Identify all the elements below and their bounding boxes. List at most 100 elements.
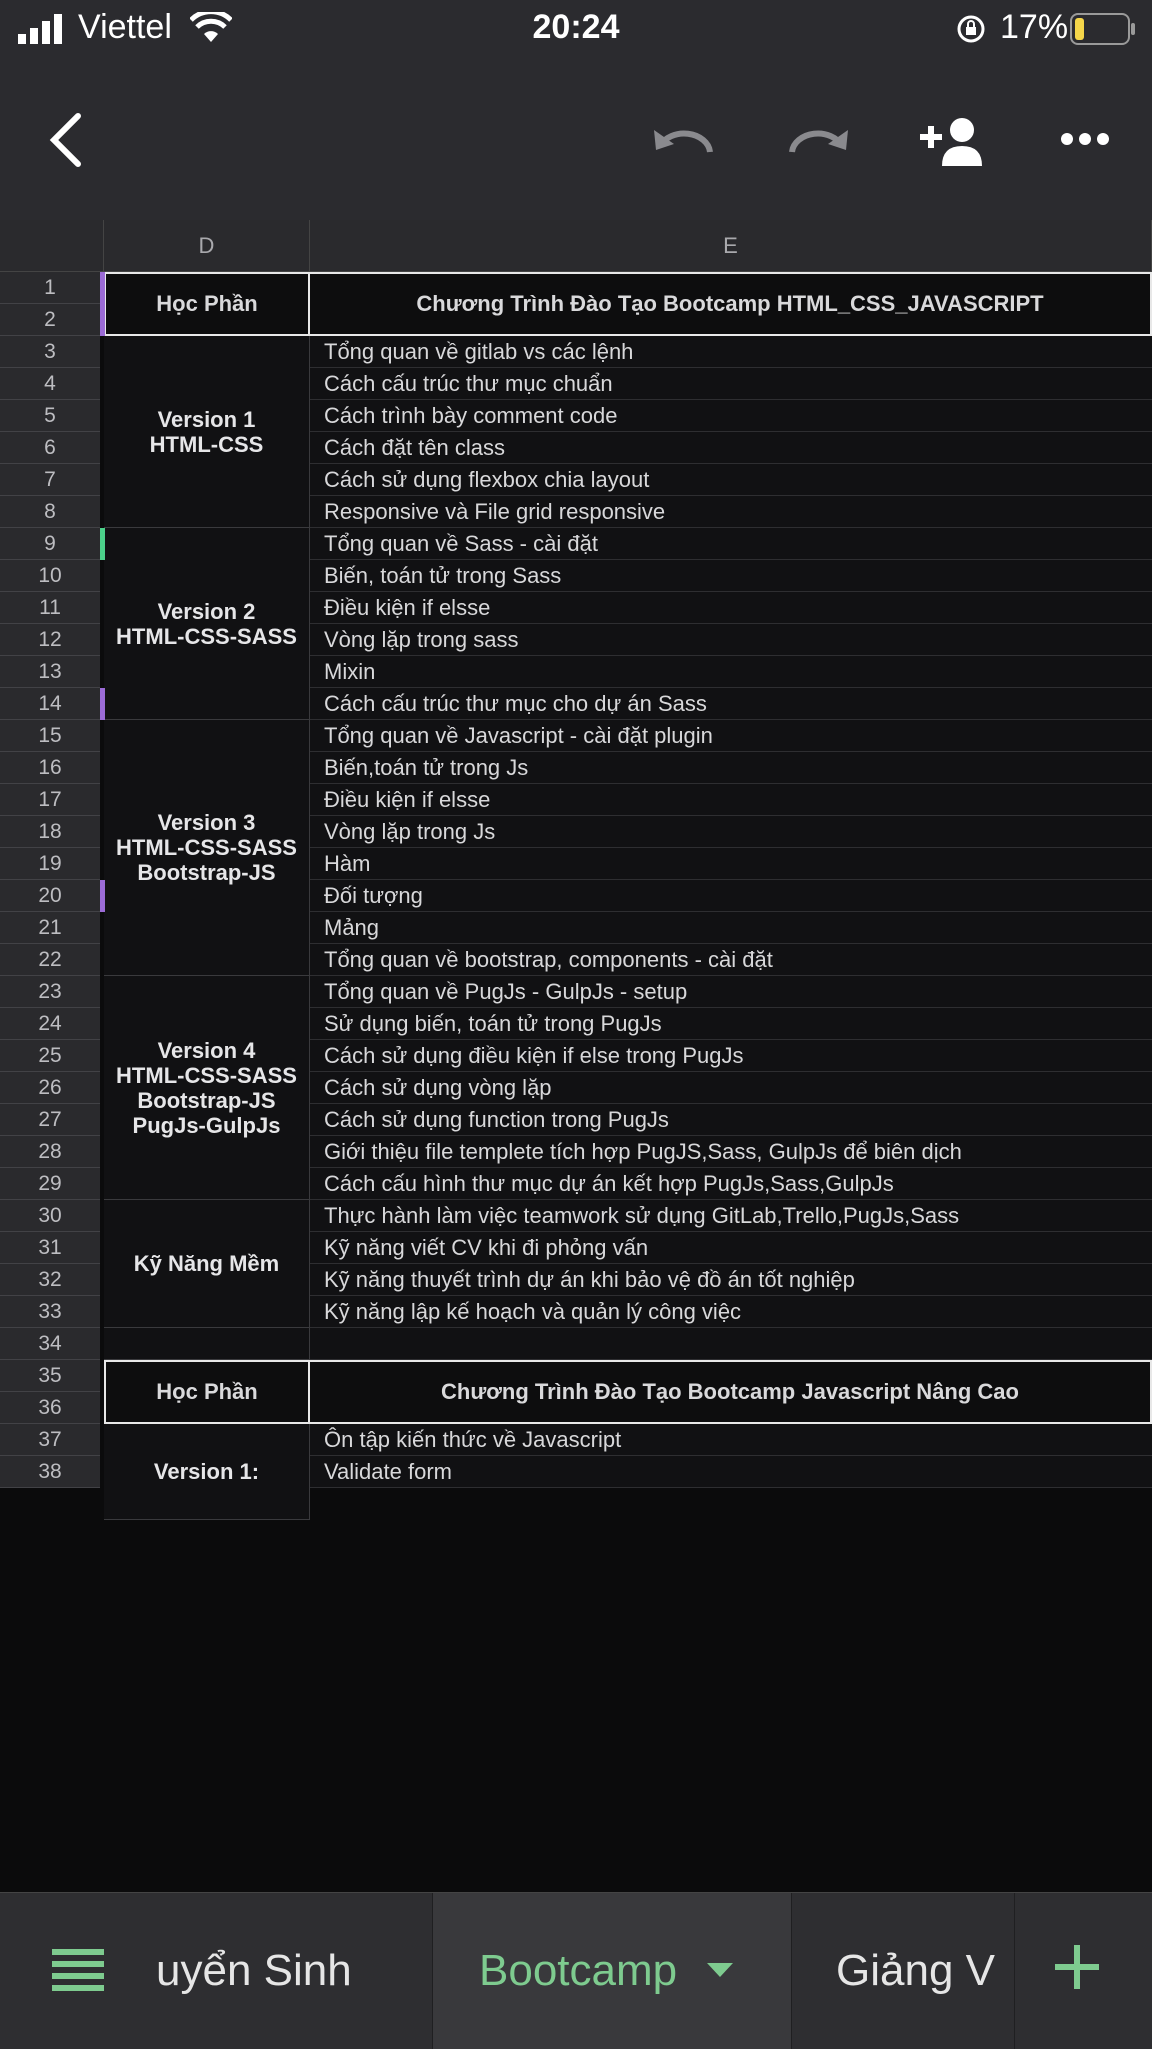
cell-e[interactable]: Kỹ năng thuyết trình dự án khi bảo vệ đồ… [310,1264,1152,1296]
row-header[interactable]: 7 [0,464,100,496]
cell-e[interactable] [310,1328,1152,1360]
row-header[interactable]: 2 [0,304,100,336]
tab-bootcamp[interactable]: Bootcamp [432,1893,792,2049]
cell-e[interactable]: Điều kiện if elsse [310,592,1152,624]
column-header-e[interactable]: E [310,220,1152,272]
row-header[interactable]: 23 [0,976,100,1008]
column-header-d[interactable]: D [104,220,310,272]
cell-d[interactable] [104,1328,310,1360]
cell-e[interactable]: Tổng quan về Javascript - cài đặt plugin [310,720,1152,752]
cell-e[interactable]: Cách đặt tên class [310,432,1152,464]
row-header[interactable]: 25 [0,1040,100,1072]
section-header-hoc-phan[interactable]: Học Phần [104,1360,310,1424]
row-header[interactable]: 12 [0,624,100,656]
group-label[interactable]: Version 2 HTML-CSS-SASS [104,528,310,720]
cell-e[interactable]: Tổng quan về bootstrap, components - cài… [310,944,1152,976]
cell-e[interactable]: Ôn tập kiến thức về Javascript [310,1424,1152,1456]
row-header[interactable]: 21 [0,912,100,944]
spreadsheet-grid[interactable]: D E 1 2 3 Tổng quan về gitlab vs các lệnh 4 C… [0,220,1152,1892]
row-header[interactable]: 8 [0,496,100,528]
row-header[interactable]: 4 [0,368,100,400]
row-header[interactable]: 18 [0,816,100,848]
cell-e[interactable]: Responsive và File grid responsive [310,496,1152,528]
row-header[interactable]: 36 [0,1392,100,1424]
row-header[interactable]: 29 [0,1168,100,1200]
row-header[interactable]: 11 [0,592,100,624]
cell-e[interactable]: Biến, toán tử trong Sass [310,560,1152,592]
cell-e[interactable]: Cách trình bày comment code [310,400,1152,432]
row-header[interactable]: 1 [0,272,100,304]
group-label[interactable]: Kỹ Năng Mềm [104,1200,310,1328]
cell-e[interactable]: Cách sử dụng điều kiện if else trong Pug… [310,1040,1152,1072]
more-icon[interactable] [1060,132,1110,146]
sheet-list-icon[interactable] [52,1949,104,1993]
row-header[interactable]: 5 [0,400,100,432]
cell-e[interactable]: Hàm [310,848,1152,880]
row-header[interactable]: 3 [0,336,100,368]
cell-e[interactable]: Kỹ năng lập kế hoạch và quản lý công việ… [310,1296,1152,1328]
group-label[interactable]: Version 1 HTML-CSS [104,336,310,528]
group-label[interactable]: Version 3 HTML-CSS-SASS Bootstrap-JS [104,720,310,976]
row-header[interactable]: 38 [0,1456,100,1488]
cell-e[interactable]: Sử dụng biến, toán tử trong PugJs [310,1008,1152,1040]
cell-e[interactable]: Thực hành làm việc teamwork sử dụng GitL… [310,1200,1152,1232]
plus-icon[interactable] [1055,1945,1099,1989]
row-header[interactable]: 10 [0,560,100,592]
row-header[interactable]: 6 [0,432,100,464]
group-label[interactable]: Version 1: [104,1424,310,1520]
cell-marker [100,880,105,912]
row-header[interactable]: 14 [0,688,100,720]
section-header-hoc-phan[interactable]: Học Phần [104,272,310,336]
row-header[interactable]: 37 [0,1424,100,1456]
section-header-title[interactable]: Chương Trình Đào Tạo Bootcamp Javascript… [308,1360,1152,1424]
row-header[interactable]: 13 [0,656,100,688]
add-sheet-button[interactable] [1014,1893,1152,2049]
tab-tuyen-sinh[interactable]: uyển Sinh [156,1893,432,2049]
cell-e[interactable]: Điều kiện if elsse [310,784,1152,816]
section-header-title[interactable]: Chương Trình Đào Tạo Bootcamp HTML_CSS_J… [308,272,1152,336]
row-header[interactable]: 34 [0,1328,100,1360]
cell-e[interactable]: Biến,toán tử trong Js [310,752,1152,784]
cell-e[interactable]: Kỹ năng viết CV khi đi phỏng vấn [310,1232,1152,1264]
back-icon[interactable] [46,112,86,168]
group-label[interactable]: Version 4 HTML-CSS-SASS Bootstrap-JS Pug… [104,976,310,1200]
cell-e[interactable]: Mảng [310,912,1152,944]
row-header[interactable]: 17 [0,784,100,816]
row-header[interactable]: 16 [0,752,100,784]
cell-e[interactable]: Đối tượng [310,880,1152,912]
row-header[interactable]: 22 [0,944,100,976]
tab-giang-vien[interactable]: Giảng V [792,1893,1014,2049]
row-header[interactable]: 35 [0,1360,100,1392]
row-header[interactable]: 33 [0,1296,100,1328]
redo-icon[interactable] [786,122,850,162]
cell-e[interactable]: Cách cấu trúc thư mục chuẩn [310,368,1152,400]
cell-e[interactable]: Tổng quan về PugJs - GulpJs - setup [310,976,1152,1008]
row-header[interactable]: 31 [0,1232,100,1264]
cell-e[interactable]: Tổng quan về gitlab vs các lệnh [310,336,1152,368]
cell-e[interactable]: Cách sử dụng flexbox chia layout [310,464,1152,496]
cell-e[interactable]: Validate form [310,1456,1152,1488]
cell-e[interactable]: Cách cấu hình thư mục dự án kết hợp PugJ… [310,1168,1152,1200]
cell-e[interactable]: Cách sử dụng vòng lặp [310,1072,1152,1104]
cell-e[interactable]: Cách sử dụng function trong PugJs [310,1104,1152,1136]
cell-e[interactable]: Vòng lặp trong sass [310,624,1152,656]
cell-e[interactable]: Mixin [310,656,1152,688]
add-person-icon[interactable] [918,114,986,170]
row-header[interactable]: 30 [0,1200,100,1232]
caret-down-icon[interactable] [707,1963,734,1979]
row-header[interactable]: 26 [0,1072,100,1104]
row-header[interactable]: 15 [0,720,100,752]
row-header[interactable]: 32 [0,1264,100,1296]
row-header[interactable]: 24 [0,1008,100,1040]
row-header[interactable]: 20 [0,880,100,912]
cell-e[interactable]: Vòng lặp trong Js [310,816,1152,848]
row-header[interactable]: 19 [0,848,100,880]
row-header[interactable]: 9 [0,528,100,560]
corner-cell[interactable] [0,220,104,272]
cell-e[interactable]: Cách cấu trúc thư mục cho dự án Sass [310,688,1152,720]
row-header[interactable]: 28 [0,1136,100,1168]
cell-e[interactable]: Giới thiệu file templete tích hợp PugJS,… [310,1136,1152,1168]
undo-icon[interactable] [652,122,716,162]
row-header[interactable]: 27 [0,1104,100,1136]
cell-e[interactable]: Tổng quan về Sass - cài đặt [310,528,1152,560]
